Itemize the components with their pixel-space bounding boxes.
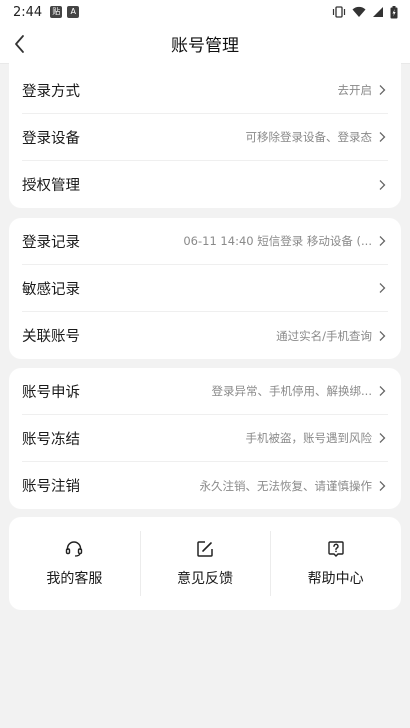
signal-icon [373,7,383,17]
row-label: 登录方式 [22,83,80,100]
row-label: 关联账号 [22,329,80,345]
help-icon [327,541,344,557]
chevron-right-icon [379,330,386,341]
vibrate-icon [332,6,346,18]
records-card: 登录记录 06-11 14:40 短信登录 移动设备 (... 敏感记录 关联账… [9,218,401,359]
row-account-appeal[interactable]: 账号申诉 登录异常、手机停用、解换绑... [22,368,388,415]
status-icons [332,5,398,19]
chevron-right-icon [379,386,386,396]
tool-label: 帮助中心 [307,571,364,587]
chevron-right-icon [379,283,386,293]
chevron-right-icon [379,433,386,443]
login-settings-card: 登录方式 去开启 登录设备 可移除登录设备、登录态 授权管理 [9,60,401,208]
battery-icon [390,5,398,18]
tool-label: 我的客服 [46,571,103,587]
feedback-button[interactable]: 意见反馈 [139,531,271,596]
wifi-icon [352,6,366,17]
row-linked-accounts[interactable]: 关联账号 通过实名/手机查询 [22,312,388,359]
row-account-cancel[interactable]: 账号注销 永久注销、无法恢复、请谨慎操作 [22,462,388,509]
row-login-devices[interactable]: 登录设备 可移除登录设备、登录态 [22,114,388,161]
row-login-method[interactable]: 登录方式 去开启 [22,67,388,114]
status-bar: 2:44 贴 A [0,0,410,24]
back-arrow-icon[interactable] [8,32,32,56]
navigation-bar: 账号管理 [0,24,410,64]
status-time: 2:44 [13,4,43,20]
row-label: 账号申诉 [22,384,80,401]
row-sensitive-records[interactable]: 敏感记录 [22,265,388,312]
row-label: 登录记录 [22,234,80,251]
row-value: 通过实名/手机查询 [276,328,372,343]
service-tools-card: 我的客服 意见反馈 帮助中心 [9,517,401,610]
row-authorization[interactable]: 授权管理 [22,161,388,208]
headset-icon [66,541,83,557]
row-label: 敏感记录 [22,281,80,298]
row-value: 去开启 [337,83,373,97]
tool-label: 意见反馈 [177,571,233,587]
account-actions-card: 账号申诉 登录异常、手机停用、解换绑... 账号冻结 手机被盗，账号遇到风险 账… [9,368,401,509]
edit-icon [197,541,213,557]
row-value: 登录异常、手机停用、解换绑... [211,384,372,398]
chevron-right-icon [379,480,386,491]
row-login-records[interactable]: 登录记录 06-11 14:40 短信登录 移动设备 (... [22,218,388,265]
chevron-right-icon [379,179,386,190]
row-label: 账号冻结 [22,431,80,448]
chevron-right-icon [379,85,386,95]
row-account-freeze[interactable]: 账号冻结 手机被盗，账号遇到风险 [22,415,388,462]
row-value: 可移除登录设备、登录态 [245,130,373,144]
chevron-right-icon [379,132,386,142]
chevron-right-icon [379,236,386,246]
help-center-button[interactable]: 帮助中心 [270,531,401,596]
row-value: 手机被盗，账号遇到风险 [245,431,373,445]
customer-service-button[interactable]: 我的客服 [9,531,140,596]
row-label: 账号注销 [22,479,80,495]
row-value: 永久注销、无法恢复、请谨慎操作 [199,478,373,493]
row-label: 授权管理 [22,178,80,194]
notification-app-icon: 贴 [50,6,63,18]
row-label: 登录设备 [22,130,80,147]
notification-a-icon: A [67,6,80,18]
row-value: 06-11 14:40 短信登录 移动设备 (... [183,234,372,248]
page-title: 账号管理 [171,36,239,56]
